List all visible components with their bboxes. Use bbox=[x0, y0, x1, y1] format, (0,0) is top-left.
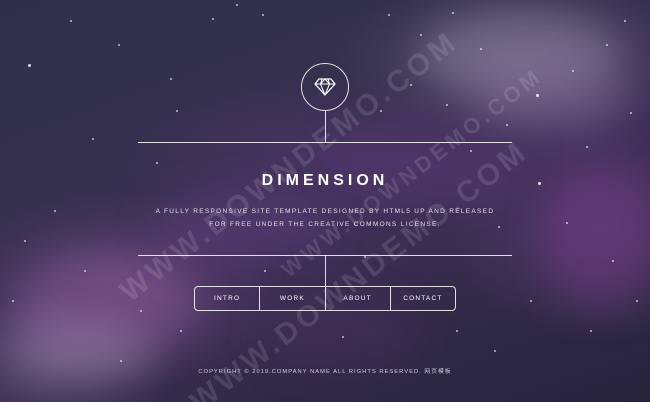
tagline-line-1: A FULLY RESPONSIVE SITE TEMPLATE DESIGNE… bbox=[155, 208, 495, 215]
footer: COPYRIGHT © 2019.COMPANY NAME ALL RIGHTS… bbox=[0, 366, 650, 375]
diamond-icon bbox=[314, 78, 336, 96]
nav-item-intro[interactable]: INTRO bbox=[195, 287, 259, 310]
background-nebula bbox=[0, 0, 650, 402]
nav-item-contact[interactable]: CONTACT bbox=[389, 287, 455, 310]
connector-line bbox=[325, 111, 326, 142]
connector-line bbox=[325, 255, 326, 286]
footer-copyright: COPYRIGHT © 2019.COMPANY NAME ALL RIGHTS… bbox=[198, 369, 422, 375]
logo bbox=[301, 63, 349, 111]
site-title: DIMENSION bbox=[261, 172, 389, 189]
nav-item-work[interactable]: WORK bbox=[259, 287, 324, 310]
nav-item-about[interactable]: ABOUT bbox=[324, 287, 390, 310]
site-tagline: A FULLY RESPONSIVE SITE TEMPLATE DESIGNE… bbox=[138, 205, 512, 231]
divider-top bbox=[138, 142, 512, 143]
tagline-line-2: FOR FREE UNDER THE CREATIVE COMMONS LICE… bbox=[209, 221, 441, 228]
main-nav: INTRO WORK ABOUT CONTACT bbox=[194, 286, 456, 311]
footer-link[interactable]: 网页模板 bbox=[424, 369, 451, 375]
